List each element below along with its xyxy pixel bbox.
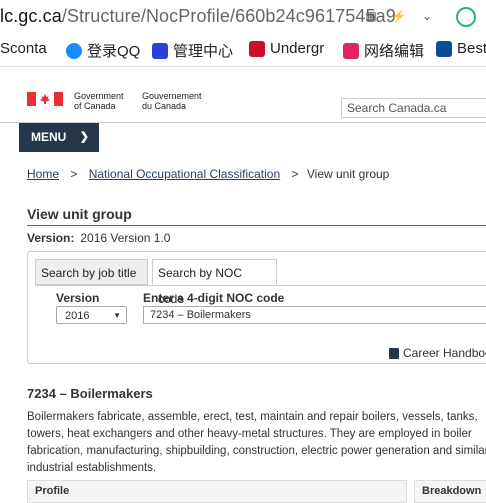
grid-icon[interactable]: ▦ <box>364 9 378 23</box>
lightning-icon[interactable]: ⚡ <box>392 9 407 23</box>
version-line: Version: 2016 Version 1.0 <box>27 231 170 245</box>
menu-label: MENU <box>31 130 67 144</box>
table-header-breakdown[interactable]: Breakdown <box>414 480 486 503</box>
breadcrumb-separator: > <box>291 167 299 181</box>
qq-icon <box>66 42 82 59</box>
noc-code-input[interactable]: 7234 – Boilermakers <box>143 306 486 324</box>
shield-icon <box>249 40 265 57</box>
url-host: lc.gc.ca <box>0 6 62 26</box>
title-divider <box>27 225 486 226</box>
breadcrumb-current: View unit group <box>306 167 390 181</box>
bookmark-item[interactable]: Undergr <box>249 40 324 57</box>
table-header-profile: Profile <box>27 480 407 503</box>
bookmarks-bar: Sconta 登录QQ 管理中心 Undergr 网络编辑 Best <box>0 34 486 67</box>
government-of-canada-fr[interactable]: Gouvernement du Canada <box>142 91 202 111</box>
noc-field-label: Enter a 4-digit NOC code <box>143 291 285 305</box>
tab-search-by-job-title[interactable]: Search by job title <box>35 259 148 285</box>
gov-en-line1: Government <box>74 91 124 101</box>
version-select[interactable]: 2016 Version 1.0 ▼ <box>56 306 127 324</box>
seven-icon <box>152 42 168 59</box>
career-handbook-label: Career Handbook <box>403 346 486 360</box>
bookmark-item[interactable]: 管理中心 <box>152 40 233 61</box>
government-of-canada-en[interactable]: Government of Canada <box>74 91 124 111</box>
occupation-title: 7234 – Boilermakers <box>27 386 153 401</box>
bookmark-label: 登录QQ <box>87 43 141 60</box>
url-text[interactable]: lc.gc.ca/Structure/NocProfile/660b24c961… <box>0 6 396 27</box>
bookmark-item[interactable]: 网络编辑 <box>343 40 424 61</box>
url-path: /Structure/NocProfile/660b24c9617545a9 <box>61 6 396 26</box>
bookmark-label: Best <box>457 40 486 57</box>
bookmark-label: 网络编辑 <box>364 43 425 60</box>
bookmark-item[interactable]: Best <box>436 40 486 57</box>
book-icon <box>389 347 399 359</box>
career-handbook-link[interactable]: Career Handbook <box>389 346 486 360</box>
version-field-label: Version <box>56 291 100 305</box>
menu-button[interactable]: MENU ❯ <box>19 123 99 152</box>
version-value: 2016 Version 1.0 <box>80 231 171 245</box>
bookmark-label: Undergr <box>270 40 325 57</box>
breadcrumb-noc-link[interactable]: National Occupational Classification <box>89 167 280 181</box>
bookmark-label: 管理中心 <box>173 43 234 60</box>
breadcrumb-home-link[interactable]: Home <box>27 167 59 181</box>
chevron-down-icon: ❯ <box>79 131 89 143</box>
version-label: Version: <box>27 231 75 245</box>
canada-flag-icon <box>27 92 63 106</box>
breadcrumb: Home > National Occupational Classificat… <box>27 167 389 181</box>
address-bar[interactable]: lc.gc.ca/Structure/NocProfile/660b24c961… <box>0 0 486 35</box>
tab-search-by-noc-code[interactable]: Search by NOC code <box>152 259 277 306</box>
breadcrumb-separator: > <box>70 167 78 181</box>
bookmark-item[interactable]: 登录QQ <box>66 40 140 61</box>
bookmark-label: Sconta <box>0 40 47 57</box>
occupation-description: Boilermakers fabricate, assemble, erect,… <box>27 411 486 474</box>
dropdown-arrow-icon: ▼ <box>110 307 121 323</box>
gov-fr-line1: Gouvernement <box>142 91 202 101</box>
profile-icon[interactable] <box>456 7 476 27</box>
gov-fr-line2: du Canada <box>142 101 187 111</box>
network-icon <box>343 42 359 59</box>
bookmark-item[interactable]: Sconta <box>0 40 47 57</box>
chevron-down-icon[interactable]: ⌄ <box>420 9 434 23</box>
search-canada-input[interactable]: Search Canada.ca <box>341 98 486 118</box>
gov-en-line2: of Canada <box>74 101 116 111</box>
usnews-icon <box>436 40 452 57</box>
page-title: View unit group <box>27 206 132 222</box>
address-bar-icons: ▦ ⚡ ⌄ <box>364 9 434 23</box>
tab-divider <box>35 285 486 286</box>
